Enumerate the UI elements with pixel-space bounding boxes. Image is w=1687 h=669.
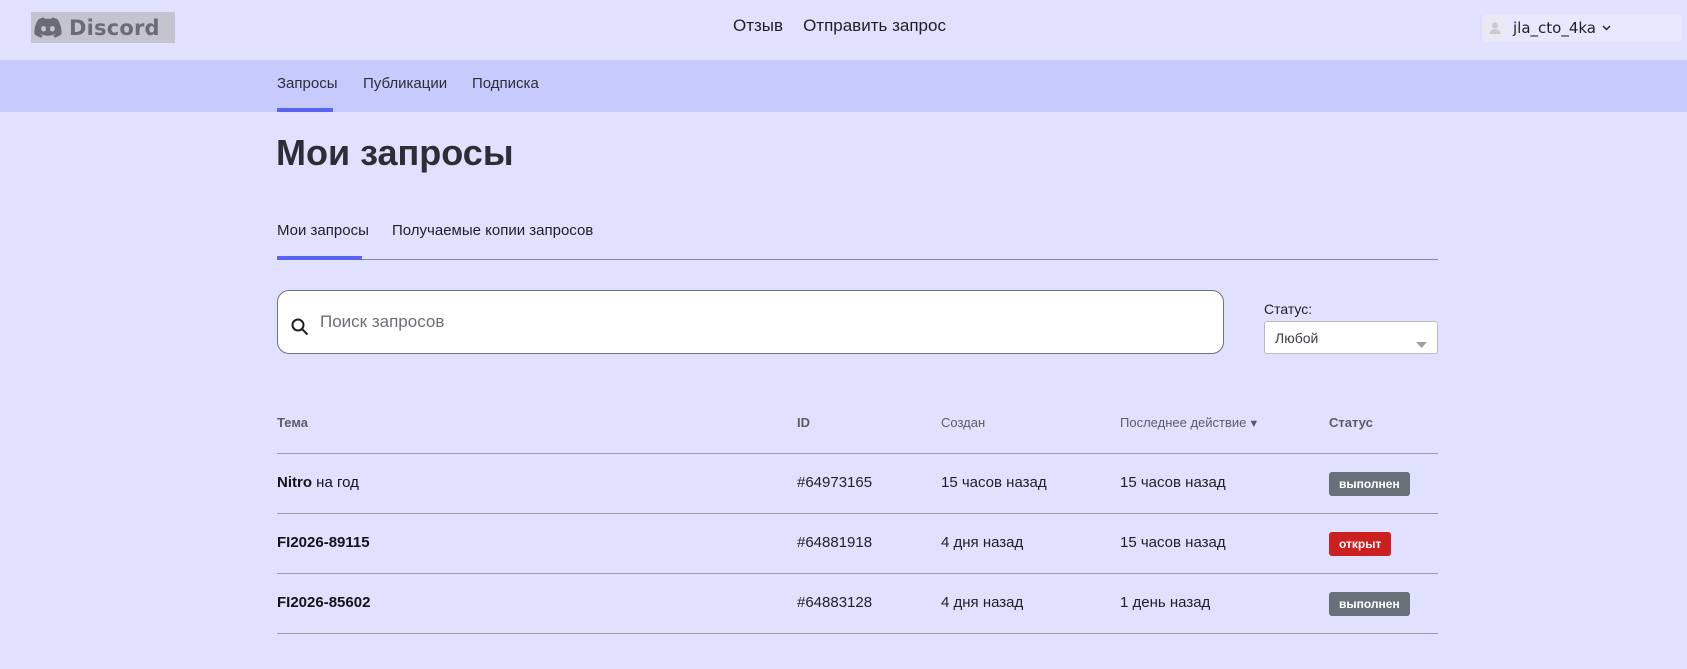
search-box[interactable] (277, 290, 1224, 354)
column-header-subject: Тема (277, 415, 309, 430)
sort-desc-icon: ▼ (1248, 418, 1260, 430)
column-header-last-action[interactable]: Последнее действие ▼ (1120, 415, 1259, 430)
table-row-divider (277, 633, 1438, 634)
column-header-status: Статус (1329, 415, 1373, 430)
status-filter-select[interactable]: Любой (1264, 321, 1438, 354)
subnav-item-requests[interactable]: Запросы (277, 75, 338, 92)
search-icon (291, 318, 309, 341)
request-id: #64973165 (797, 474, 873, 491)
tabs-divider (277, 259, 1438, 260)
subject-bold: FI2026-85602 (277, 594, 371, 611)
request-subject-link[interactable]: FI2026-85602 (277, 594, 370, 611)
request-id: #64883128 (797, 594, 873, 611)
subnav-item-subscription[interactable]: Подписка (472, 75, 539, 92)
top-links: Отзыв Отправить запрос (733, 16, 946, 36)
request-created: 15 часов назад (941, 474, 1047, 491)
sub-navigation: Запросы Публикации Подписка (0, 60, 1687, 112)
tab-cc-requests[interactable]: Получаемые копии запросов (392, 222, 593, 239)
status-badge: выполнен (1329, 592, 1410, 616)
table-divider (277, 453, 1438, 454)
subnav-item-publications[interactable]: Публикации (363, 75, 447, 92)
tab-active-indicator (277, 256, 362, 260)
user-name: jla_cto_4ka (1513, 19, 1596, 37)
discord-logo-icon (33, 16, 63, 40)
table-row-divider (277, 573, 1438, 574)
column-header-last-action-label: Последнее действие (1120, 415, 1247, 430)
status-filter-label: Статус: (1264, 301, 1313, 317)
request-subject-link[interactable]: Nitro на год (277, 474, 359, 491)
subject-rest: на год (312, 474, 359, 491)
chevron-down-icon (1602, 25, 1611, 31)
column-header-created[interactable]: Создан (941, 415, 985, 430)
discord-logo[interactable]: Discord (31, 12, 175, 43)
dropdown-arrow-icon (1416, 335, 1427, 353)
subject-bold: FI2026-89115 (277, 534, 370, 551)
top-header: Discord Отзыв Отправить запрос jla_cto_4… (0, 0, 1687, 60)
search-input[interactable] (318, 305, 1198, 339)
request-last-action: 15 часов назад (1120, 534, 1226, 551)
avatar (1483, 16, 1507, 40)
request-last-action: 1 день назад (1120, 594, 1211, 611)
status-badge: открыт (1329, 532, 1392, 556)
subject-bold: Nitro (277, 474, 312, 491)
tab-my-requests[interactable]: Мои запросы (277, 222, 369, 239)
user-icon (1489, 22, 1501, 34)
table-row-divider (277, 513, 1438, 514)
status-filter-value: Любой (1275, 330, 1319, 346)
feedback-link[interactable]: Отзыв (733, 16, 783, 36)
column-header-id: ID (797, 415, 810, 430)
request-subject-link[interactable]: FI2026-89115 (277, 534, 370, 551)
subnav-active-indicator (277, 108, 333, 112)
status-badge: выполнен (1329, 472, 1410, 496)
request-id: #64881918 (797, 534, 873, 551)
submit-request-link[interactable]: Отправить запрос (803, 16, 946, 36)
request-created: 4 дня назад (941, 594, 1024, 611)
page-title: Мои запросы (276, 132, 514, 173)
logo-wordmark: Discord (69, 15, 160, 40)
request-last-action: 15 часов назад (1120, 474, 1226, 491)
user-menu[interactable]: jla_cto_4ka (1482, 14, 1682, 42)
request-created: 4 дня назад (941, 534, 1024, 551)
